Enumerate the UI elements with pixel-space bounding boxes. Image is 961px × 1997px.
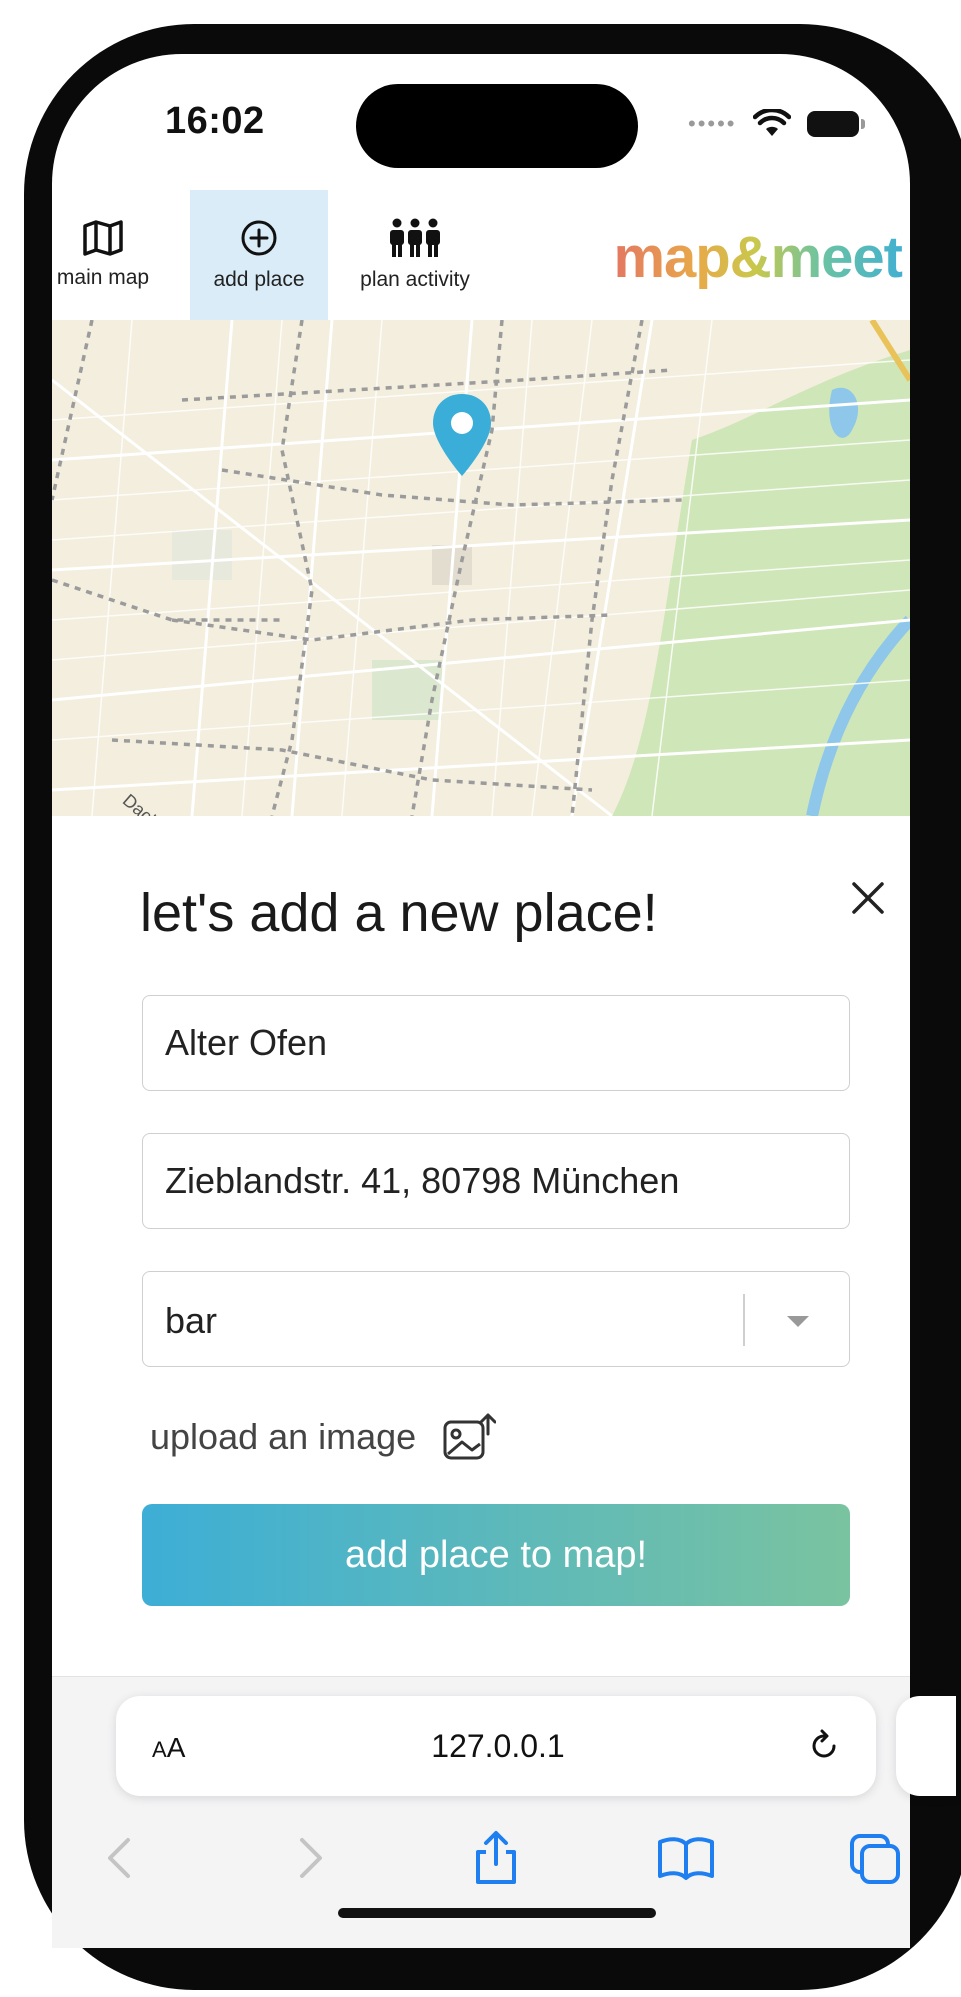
text-size-button[interactable]: AA bbox=[152, 1732, 185, 1764]
chevron-down-icon bbox=[787, 1316, 809, 1327]
close-icon[interactable] bbox=[840, 870, 896, 926]
forward-icon[interactable] bbox=[280, 1830, 340, 1886]
nav-main-map-label: main map bbox=[56, 266, 150, 289]
reload-icon[interactable] bbox=[806, 1728, 842, 1764]
next-tab-peek[interactable] bbox=[896, 1696, 956, 1796]
status-time: 16:02 bbox=[165, 100, 265, 142]
dynamic-island bbox=[356, 84, 638, 168]
select-separator bbox=[743, 1294, 745, 1346]
map-icon bbox=[83, 220, 123, 256]
location-pin-icon[interactable] bbox=[427, 390, 497, 482]
cellular-signal-icon: ••••• bbox=[688, 111, 737, 136]
battery-icon bbox=[806, 111, 865, 137]
map-view[interactable]: Dachauer Straße bbox=[52, 320, 910, 816]
app-navbar: main map add place plan activity map&mee… bbox=[52, 190, 910, 320]
bookmarks-icon[interactable] bbox=[656, 1830, 716, 1886]
nav-main-map[interactable]: main map bbox=[52, 190, 154, 320]
category-select-value: bar bbox=[165, 1300, 218, 1341]
form-title: let's add a new place! bbox=[140, 883, 658, 943]
upload-image-button[interactable]: upload an image bbox=[150, 1412, 497, 1462]
image-upload-icon bbox=[443, 1413, 497, 1460]
nav-add-place[interactable]: add place bbox=[190, 190, 328, 320]
status-icons: ••••• bbox=[688, 104, 865, 144]
place-name-input[interactable] bbox=[142, 995, 850, 1091]
nav-plan-activity[interactable]: plan activity bbox=[340, 190, 490, 320]
share-icon[interactable] bbox=[466, 1830, 526, 1886]
upload-image-label: upload an image bbox=[150, 1416, 417, 1457]
brand-logo: map&meet bbox=[613, 224, 910, 291]
place-address-input[interactable] bbox=[142, 1133, 850, 1229]
nav-add-place-label: add place bbox=[213, 268, 305, 291]
category-select[interactable]: bar bbox=[142, 1271, 850, 1367]
group-icon bbox=[390, 218, 440, 257]
wifi-icon bbox=[752, 109, 791, 136]
add-place-button[interactable]: add place to map! bbox=[142, 1504, 850, 1606]
back-icon[interactable] bbox=[90, 1830, 150, 1886]
home-indicator[interactable] bbox=[338, 1908, 656, 1918]
tabs-icon[interactable] bbox=[846, 1830, 906, 1886]
nav-plan-activity-label: plan activity bbox=[360, 268, 470, 291]
url-text: 127.0.0.1 bbox=[431, 1728, 565, 1764]
add-circle-icon bbox=[241, 220, 277, 256]
